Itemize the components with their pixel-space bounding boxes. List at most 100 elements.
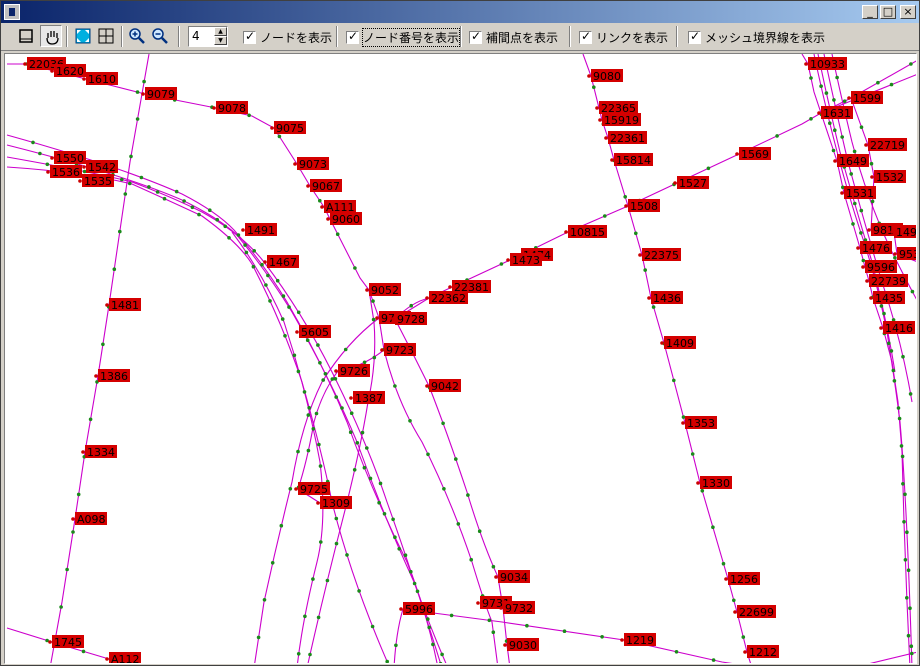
- node-label[interactable]: 1527: [673, 176, 709, 190]
- checkbox-box[interactable]: [688, 29, 701, 44]
- node-label[interactable]: 1309: [316, 496, 352, 510]
- node-label[interactable]: 1610: [82, 72, 118, 86]
- node-label[interactable]: 1531: [840, 186, 876, 200]
- show-interp-points-checkbox[interactable]: 補間点を表示: [469, 27, 558, 47]
- fit-view-button[interactable]: [72, 25, 94, 47]
- node-label[interactable]: 1490: [890, 225, 917, 239]
- node-label[interactable]: 1330: [696, 476, 732, 490]
- node-label[interactable]: 1473: [506, 253, 542, 267]
- spin-down-button[interactable]: ▼: [214, 36, 227, 45]
- node-label[interactable]: 1535: [78, 174, 114, 188]
- maximize-button[interactable]: □: [880, 5, 896, 19]
- node-label[interactable]: 9030: [503, 638, 539, 652]
- select-tool-button[interactable]: [15, 25, 37, 47]
- node-point: [499, 606, 503, 610]
- node-label[interactable]: 15919: [598, 113, 641, 127]
- close-button[interactable]: ×: [900, 5, 916, 19]
- node-label[interactable]: 1219: [620, 633, 656, 647]
- node-label[interactable]: 22375: [638, 248, 681, 262]
- node-label[interactable]: 10815: [564, 225, 607, 239]
- node-label[interactable]: 9042: [425, 379, 461, 393]
- interpolation-point: [681, 415, 686, 419]
- node-label[interactable]: 1536: [46, 165, 82, 179]
- node-label[interactable]: 9034: [494, 570, 530, 584]
- node-label[interactable]: 1436: [647, 291, 683, 305]
- node-point: [71, 517, 75, 521]
- node-label[interactable]: 9052: [365, 283, 401, 297]
- node-label[interactable]: A098: [71, 512, 107, 526]
- node-label[interactable]: 1409: [660, 336, 696, 350]
- app-icon[interactable]: [4, 4, 20, 20]
- node-label[interactable]: 5605: [295, 325, 331, 339]
- node-label[interactable]: 1476: [856, 241, 892, 255]
- node-label[interactable]: 1599: [847, 91, 883, 105]
- show-node-numbers-checkbox[interactable]: ノード番号を表示: [346, 27, 461, 47]
- node-label[interactable]: 5996: [399, 602, 435, 616]
- node-label[interactable]: 9073: [293, 157, 329, 171]
- title-bar[interactable]: _ □ ×: [1, 1, 919, 23]
- node-label[interactable]: A111: [320, 200, 356, 214]
- node-label[interactable]: 22365: [595, 101, 638, 115]
- node-label[interactable]: 22739: [865, 274, 908, 288]
- node-label[interactable]: 9596: [861, 260, 897, 274]
- pan-tool-button[interactable]: [40, 25, 62, 47]
- spin-up-button[interactable]: ▲: [214, 27, 227, 36]
- checkbox-box[interactable]: [469, 29, 482, 44]
- node-label[interactable]: 1550: [50, 151, 86, 165]
- node-label[interactable]: 9726: [334, 364, 370, 378]
- node-label[interactable]: 1745: [48, 635, 84, 649]
- node-label[interactable]: 1212: [743, 645, 779, 659]
- interpolation-point: [247, 113, 251, 118]
- node-label[interactable]: 9725: [294, 482, 330, 496]
- node-label[interactable]: 9728: [391, 312, 427, 326]
- node-label[interactable]: 1353: [681, 416, 717, 430]
- node-label[interactable]: 22361: [604, 131, 647, 145]
- node-label[interactable]: 9080: [587, 69, 623, 83]
- zoom-in-button[interactable]: [126, 25, 148, 47]
- node-label[interactable]: 1542: [82, 160, 118, 174]
- map-view[interactable]: 22036 1620 1610 9079 9078 9075 9073 9067 A111 906…: [4, 53, 917, 664]
- node-label[interactable]: 1631: [817, 106, 853, 120]
- node-label[interactable]: 1649: [833, 154, 869, 168]
- node-label[interactable]: 1481: [105, 298, 141, 312]
- node-label[interactable]: 9079: [141, 87, 177, 101]
- show-nodes-checkbox[interactable]: ノードを表示: [243, 27, 332, 47]
- node-label[interactable]: 1569: [735, 147, 771, 161]
- checkbox-box[interactable]: [346, 29, 359, 44]
- zoom-out-button[interactable]: [149, 25, 171, 47]
- show-mesh-boundary-checkbox[interactable]: メッシュ境界線を表示: [688, 27, 825, 47]
- node-label[interactable]: 1387: [349, 391, 385, 405]
- node-label[interactable]: 1491: [241, 223, 277, 237]
- node-label[interactable]: A112: [105, 652, 141, 664]
- node-label[interactable]: 15814: [610, 153, 653, 167]
- node-label[interactable]: 1256: [724, 572, 760, 586]
- node-label[interactable]: 22381: [448, 280, 491, 294]
- interpolation-point: [851, 222, 855, 226]
- node-label[interactable]: 1386: [94, 369, 130, 383]
- node-label[interactable]: 1416: [879, 321, 915, 335]
- zoom-level-spinner[interactable]: 4 ▲ ▼: [188, 26, 228, 47]
- checkbox-box[interactable]: [579, 29, 592, 44]
- center-view-button[interactable]: [95, 25, 117, 47]
- checkbox-box[interactable]: [243, 29, 256, 44]
- node-label[interactable]: 1334: [81, 445, 117, 459]
- node-label[interactable]: 22719: [864, 138, 907, 152]
- zoom-level-value[interactable]: 4: [192, 29, 200, 43]
- node-label[interactable]: 9732: [499, 601, 535, 615]
- node-label[interactable]: 1620: [50, 64, 86, 78]
- node-label[interactable]: 9075: [270, 121, 306, 135]
- node-label[interactable]: 22699: [733, 605, 776, 619]
- node-label[interactable]: 9067: [306, 179, 342, 193]
- road-network-map[interactable]: 220361620161090799078907590739067A111906…: [5, 54, 917, 664]
- node-label[interactable]: 1508: [624, 199, 660, 213]
- node-label[interactable]: 9060: [326, 212, 362, 226]
- node-label[interactable]: 9078: [212, 101, 248, 115]
- node-label[interactable]: 9723: [380, 343, 416, 357]
- show-links-checkbox[interactable]: リンクを表示: [579, 27, 668, 47]
- node-label[interactable]: 1435: [869, 291, 905, 305]
- node-label[interactable]: 1467: [263, 255, 299, 269]
- node-label[interactable]: 10933: [804, 57, 847, 71]
- zoom-out-icon: [152, 28, 168, 44]
- node-label[interactable]: 1532: [870, 170, 906, 184]
- minimize-button[interactable]: _: [862, 5, 878, 19]
